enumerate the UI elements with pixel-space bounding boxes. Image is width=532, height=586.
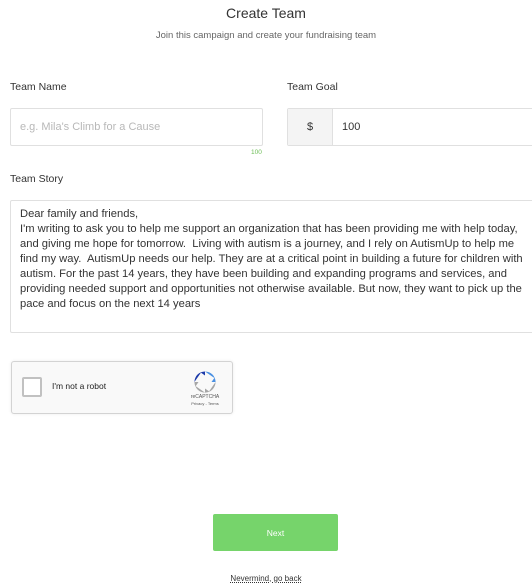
team-goal-input[interactable] [333, 109, 532, 145]
page-subtitle: Join this campaign and create your fundr… [155, 30, 377, 41]
team-goal-field: $ [287, 108, 532, 146]
captcha-checkbox[interactable] [22, 377, 42, 397]
captcha-label: I'm not a robot [52, 381, 107, 391]
recaptcha-brand: reCAPTCHA [190, 394, 220, 400]
recaptcha-links[interactable]: Privacy - Terms [162, 401, 248, 406]
char-counter: 100 [251, 149, 262, 156]
page-title: Create Team [226, 5, 306, 21]
team-story-label: Team Story [10, 173, 64, 185]
recaptcha-widget: I'm not a robot reCAPTCHA Privacy - Term… [11, 361, 233, 414]
team-name-input[interactable] [10, 108, 263, 146]
team-goal-label: Team Goal [287, 81, 338, 93]
go-back-link[interactable]: Nevermind, go back [230, 574, 301, 583]
recaptcha-logo-icon [194, 371, 216, 393]
team-name-label: Team Name [10, 81, 67, 93]
next-button[interactable]: Next [213, 514, 338, 551]
back-link-row: Nevermind, go back [0, 574, 532, 583]
team-story-textarea[interactable]: Dear family and friends, I'm writing to … [10, 200, 532, 333]
currency-prefix: $ [288, 109, 333, 145]
